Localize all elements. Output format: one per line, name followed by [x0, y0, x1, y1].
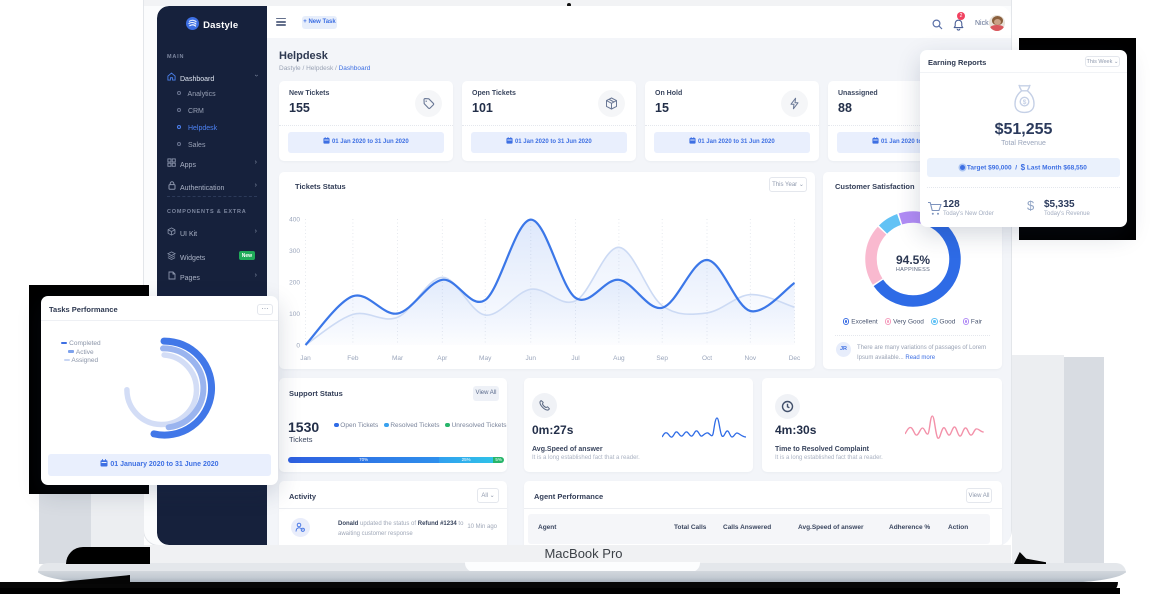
svg-text:Mar: Mar: [392, 355, 404, 362]
svg-text:Jun: Jun: [526, 355, 537, 362]
svg-text:Nov: Nov: [745, 355, 757, 362]
svg-text:Oct: Oct: [702, 355, 712, 362]
svg-text:200: 200: [289, 280, 300, 287]
svg-text:300: 300: [289, 248, 300, 255]
svg-text:0: 0: [296, 343, 300, 350]
svg-text:Jul: Jul: [571, 355, 580, 362]
svg-text:Jan: Jan: [300, 355, 311, 362]
svg-text:Aug: Aug: [613, 355, 625, 362]
svg-text:Feb: Feb: [347, 355, 359, 362]
svg-text:May: May: [479, 355, 492, 362]
svg-text:100: 100: [289, 311, 300, 318]
svg-text:$: $: [1023, 99, 1027, 106]
svg-text:Apr: Apr: [437, 355, 448, 362]
svg-text:Sep: Sep: [656, 355, 668, 362]
svg-text:400: 400: [289, 217, 300, 224]
svg-text:Dec: Dec: [789, 355, 801, 362]
